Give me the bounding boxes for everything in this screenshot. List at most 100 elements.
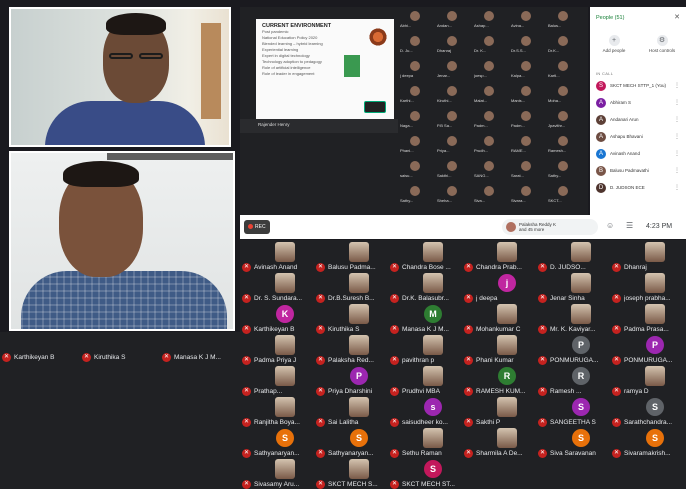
participant-name: Sarat... — [511, 173, 524, 178]
mini-participant-tile[interactable]: Dr. K... — [474, 34, 505, 56]
avatar — [275, 366, 295, 386]
mini-participant-tile[interactable]: Malat... — [474, 84, 505, 106]
grid-tile[interactable]: S ✕ Sarathchandra... — [610, 397, 686, 427]
participant-name: Dr.K... — [548, 48, 560, 53]
avatar — [571, 242, 591, 262]
mini-participant-tile[interactable]: D. Ju... — [400, 34, 431, 56]
host-controls-button[interactable]: ⚙ Host controls — [640, 35, 684, 53]
participant-name: Moha... — [548, 98, 562, 103]
participant-name: joseph prabha... — [624, 295, 671, 302]
mini-participant-tile[interactable]: Karthi... — [400, 84, 431, 106]
mini-participant-tile[interactable]: Moha... — [548, 84, 579, 106]
presenter-name: Rajender Henry — [258, 122, 290, 127]
mini-participant-tile[interactable]: Dhanraj — [437, 34, 468, 56]
participant-name: j deepa — [400, 73, 414, 78]
participant-name: joesp... — [474, 73, 487, 78]
participant-name: Manis... — [511, 98, 526, 103]
mini-participant-tile[interactable]: Jpavithr... — [548, 109, 579, 131]
people-icon[interactable]: ☺ — [606, 221, 614, 230]
mini-participant-tile[interactable]: Abhi... — [400, 9, 431, 31]
mini-participant-tile[interactable]: Ashap... — [474, 9, 505, 31]
avatar: S — [572, 398, 590, 416]
shield-icon: ⚙ — [656, 35, 668, 46]
mini-participant-tile[interactable]: P.B Sa... — [437, 109, 468, 131]
mini-participant-tile[interactable]: Ramesh... — [548, 134, 579, 156]
avatar: S — [646, 429, 664, 447]
more-options-icon[interactable]: ⋮ — [674, 99, 680, 106]
mic-off-icon: ✕ — [316, 449, 325, 458]
grid-tile[interactable]: ✕ Karthikeyan B — [0, 332, 86, 362]
mini-participant-tile[interactable]: Kalpa... — [511, 59, 542, 81]
participant-row[interactable]: D D. JUDSON ECE ⋮ — [596, 181, 682, 196]
more-options-icon[interactable]: ⋮ — [674, 167, 680, 174]
participant-name: Balus... — [548, 23, 562, 28]
participant-name: P.B Sa... — [437, 123, 453, 128]
mini-participant-tile[interactable]: Jenar... — [437, 59, 468, 81]
grid-tile[interactable]: ✕ Kiruthika S — [80, 332, 166, 362]
grid-tile[interactable]: ✕ Manasa K J M... — [160, 332, 246, 362]
more-options-icon[interactable]: ⋮ — [674, 116, 680, 123]
more-options-icon[interactable]: ⋮ — [674, 82, 680, 89]
mini-participant-tile[interactable]: j deepa — [400, 59, 431, 81]
avatar — [410, 36, 420, 46]
avatar — [410, 161, 420, 171]
grid-tile[interactable]: S ✕ SKCT MECH ST... — [388, 459, 474, 489]
mini-participant-tile[interactable]: SKCT... — [548, 184, 579, 206]
avatar — [521, 111, 531, 121]
mini-participant-tile[interactable]: RAME... — [511, 134, 542, 156]
mini-participant-tile[interactable]: Padm... — [474, 109, 505, 131]
participant-name: Kiruthika S — [94, 354, 126, 361]
add-people-button[interactable]: + Add people — [592, 35, 636, 53]
participant-row[interactable]: A Ashapu Bhavani ⋮ — [596, 130, 682, 145]
mini-participant-tile[interactable]: Siva... — [474, 184, 505, 206]
recording-indicator[interactable]: REC — [244, 220, 270, 234]
grid-tile[interactable]: ✕ Dhanraj — [610, 242, 686, 272]
mini-participant-tile[interactable]: Sheha... — [437, 184, 468, 206]
grid-tile[interactable]: ✕ ramya D — [610, 366, 686, 396]
mini-participant-tile[interactable]: Naga... — [400, 109, 431, 131]
chat-icon[interactable]: ☰ — [626, 221, 633, 230]
mini-participant-tile[interactable]: Dr.S.S... — [511, 34, 542, 56]
more-options-icon[interactable]: ⋮ — [674, 133, 680, 140]
left-participant-strip: ✕ Karthikeyan B ✕ Kiruthika S ✕ Manasa K… — [0, 332, 240, 489]
participant-row[interactable]: A Avinash Anand ⋮ — [596, 147, 682, 162]
bookshelf — [201, 23, 221, 119]
mini-participant-tile[interactable]: Priya... — [437, 134, 468, 156]
mini-participant-tile[interactable]: Phani... — [400, 134, 431, 156]
mini-participant-tile[interactable]: Prudh... — [474, 134, 505, 156]
mini-participant-tile[interactable]: Manis... — [511, 84, 542, 106]
mini-participant-tile[interactable]: joesp... — [474, 59, 505, 81]
mini-participant-tile[interactable]: Sathy... — [548, 159, 579, 181]
mini-participant-tile[interactable]: Sakthi... — [437, 159, 468, 181]
mini-participant-tile[interactable]: Andan... — [437, 9, 468, 31]
participant-row[interactable]: A Abhiram S ⋮ — [596, 96, 682, 111]
mini-participant-tile[interactable]: SANG... — [474, 159, 505, 181]
mini-participant-tile[interactable]: Avina... — [511, 9, 542, 31]
avatar: P — [572, 336, 590, 354]
mini-participant-tile[interactable]: Kiruthi... — [437, 84, 468, 106]
more-options-icon[interactable]: ⋮ — [674, 184, 680, 191]
mini-participant-tile[interactable]: Sarat... — [511, 159, 542, 181]
avatar — [484, 86, 494, 96]
grid-tile[interactable]: S ✕ Sivaramakrish... — [610, 428, 686, 458]
mini-participant-tile[interactable]: Dr.K... — [548, 34, 579, 56]
grid-tile[interactable]: ✕ Padma Prasa... — [610, 304, 686, 334]
participant-name: Sivara... — [511, 198, 526, 203]
mic-off-icon: ✕ — [162, 353, 171, 362]
participant-row[interactable]: B Balusu Padmavathi ⋮ — [596, 164, 682, 179]
participant-row[interactable]: A Andanari Arun ⋮ — [596, 113, 682, 128]
grid-tile[interactable]: P ✕ PONMURUGA... — [610, 335, 686, 365]
more-options-icon[interactable]: ⋮ — [674, 150, 680, 157]
mini-participant-tile[interactable]: Sivara... — [511, 184, 542, 206]
mini-participant-tile[interactable]: Padm... — [511, 109, 542, 131]
mini-participant-tile[interactable]: Kartl... — [548, 59, 579, 81]
raised-hand-notice[interactable]: Palaksha Reddy K and 45 more — [502, 219, 598, 235]
mic-off-icon: ✕ — [538, 356, 547, 365]
participant-row[interactable]: S SKCT MECH STTP_1 (You) ⋮ — [596, 79, 682, 94]
mini-participant-tile[interactable]: Sathy... — [400, 184, 431, 206]
avatar — [521, 136, 531, 146]
grid-tile[interactable]: ✕ joseph prabha... — [610, 273, 686, 303]
close-icon[interactable]: ✕ — [674, 13, 680, 21]
mini-participant-tile[interactable]: Balus... — [548, 9, 579, 31]
mini-participant-tile[interactable]: saisu... — [400, 159, 431, 181]
